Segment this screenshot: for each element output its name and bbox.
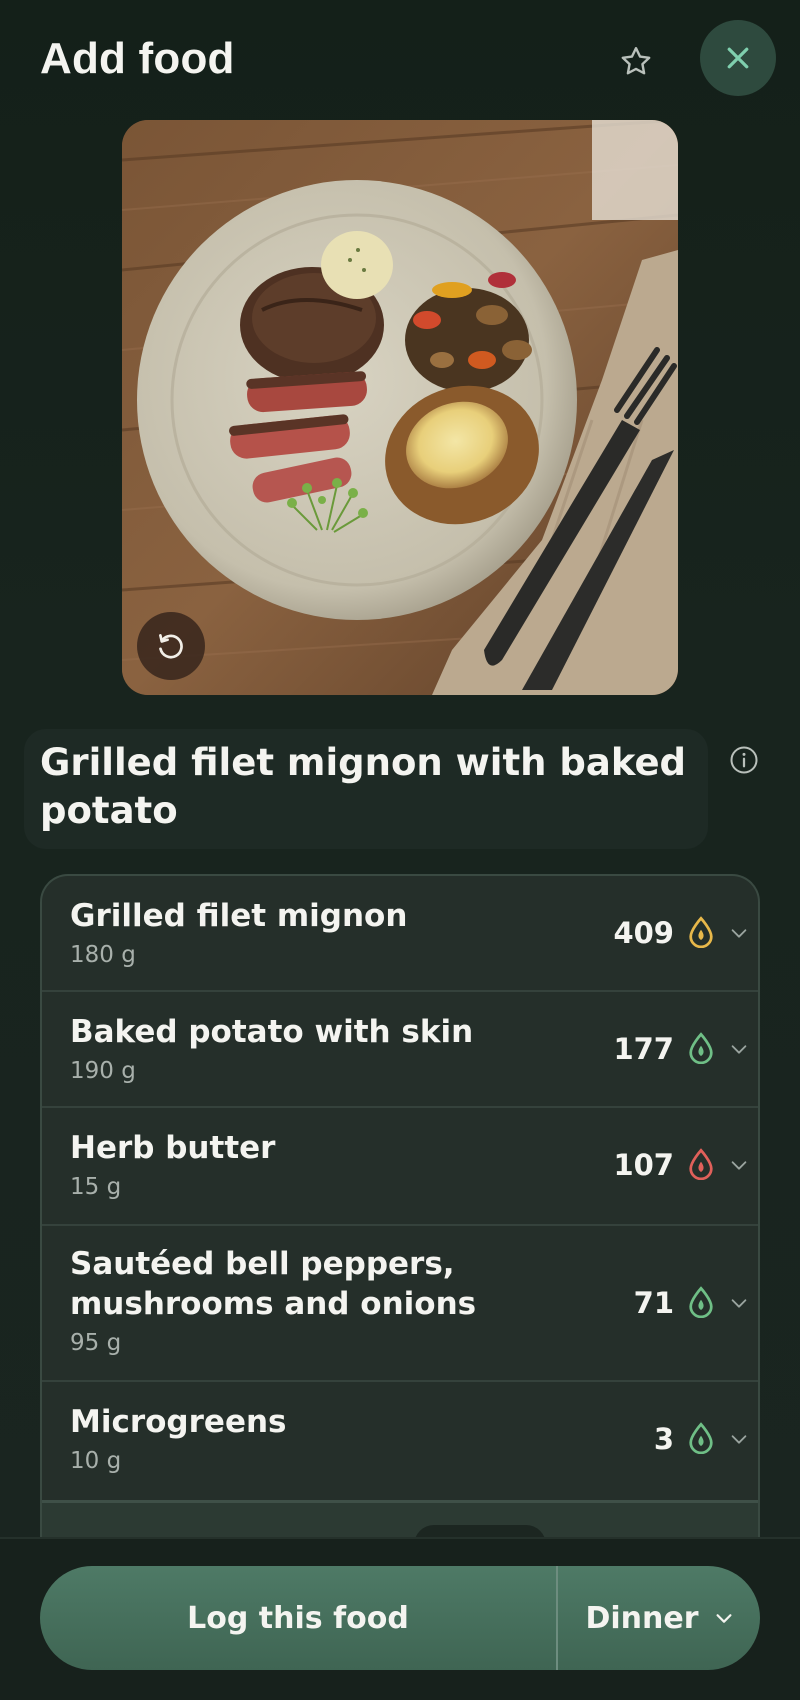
- log-action-group: Log this food Dinner: [40, 1566, 760, 1670]
- food-name-field[interactable]: Grilled filet mignon with baked potato: [24, 729, 708, 849]
- energy-drop-icon: [689, 1422, 713, 1454]
- rotate-icon: [159, 634, 183, 659]
- item-name: Baked potato with skin: [70, 1014, 474, 1050]
- star-icon: [621, 47, 651, 75]
- chevron-down-icon[interactable]: [728, 922, 750, 944]
- item-name: Herb butter: [70, 1130, 276, 1166]
- favorite-button[interactable]: [612, 38, 660, 86]
- energy-drop-icon: [689, 1286, 713, 1318]
- list-item[interactable]: Grilled filet mignon 180 g 409: [42, 876, 758, 992]
- item-calories: 71: [633, 1286, 674, 1320]
- close-icon: [727, 47, 749, 69]
- list-item[interactable]: Sautéed bell peppers, mushrooms and onio…: [42, 1226, 758, 1382]
- item-quantity: 95 g: [70, 1330, 122, 1356]
- item-calories: 409: [613, 916, 674, 950]
- header: Add food: [0, 0, 800, 115]
- list-item[interactable]: Herb butter 15 g 107: [42, 1108, 758, 1226]
- log-food-button[interactable]: Log this food: [40, 1566, 558, 1670]
- meal-illustration: [122, 120, 678, 695]
- item-name: Sautéed bell peppers, mushrooms and onio…: [70, 1246, 477, 1322]
- info-button[interactable]: [728, 744, 760, 776]
- list-item[interactable]: Baked potato with skin 190 g 177: [42, 992, 758, 1108]
- food-name: Grilled filet mignon with baked potato: [40, 741, 687, 832]
- chevron-down-icon: [715, 1614, 732, 1623]
- item-quantity: 10 g: [70, 1448, 122, 1474]
- energy-drop-icon: [689, 1148, 713, 1180]
- chevron-down-icon[interactable]: [728, 1038, 750, 1060]
- info-icon: [730, 746, 758, 774]
- item-quantity: 190 g: [70, 1058, 136, 1084]
- item-quantity: 180 g: [70, 942, 136, 968]
- list-item[interactable]: Microgreens 10 g 3: [42, 1382, 758, 1500]
- ingredient-list: Grilled filet mignon 180 g 409 Baked pot…: [40, 874, 760, 1554]
- chevron-down-icon[interactable]: [728, 1292, 750, 1314]
- item-name: Grilled filet mignon: [70, 898, 408, 934]
- item-quantity: 15 g: [70, 1174, 122, 1200]
- item-calories: 3: [653, 1422, 674, 1456]
- energy-drop-icon: [689, 1032, 713, 1064]
- retake-photo-button[interactable]: [137, 612, 205, 680]
- bottom-action-bar: Log this food Dinner: [0, 1537, 800, 1700]
- food-photo: [122, 120, 678, 695]
- meal-label: Dinner: [585, 1600, 699, 1636]
- close-button[interactable]: [700, 20, 776, 96]
- item-name: Microgreens: [70, 1404, 287, 1440]
- chevron-down-icon[interactable]: [728, 1154, 750, 1176]
- chevron-down-icon[interactable]: [728, 1428, 750, 1450]
- item-calories: 177: [613, 1032, 674, 1066]
- energy-drop-icon: [689, 916, 713, 948]
- meal-selector[interactable]: Dinner: [560, 1566, 760, 1670]
- page-title: Add food: [40, 34, 235, 83]
- item-calories: 107: [613, 1148, 674, 1182]
